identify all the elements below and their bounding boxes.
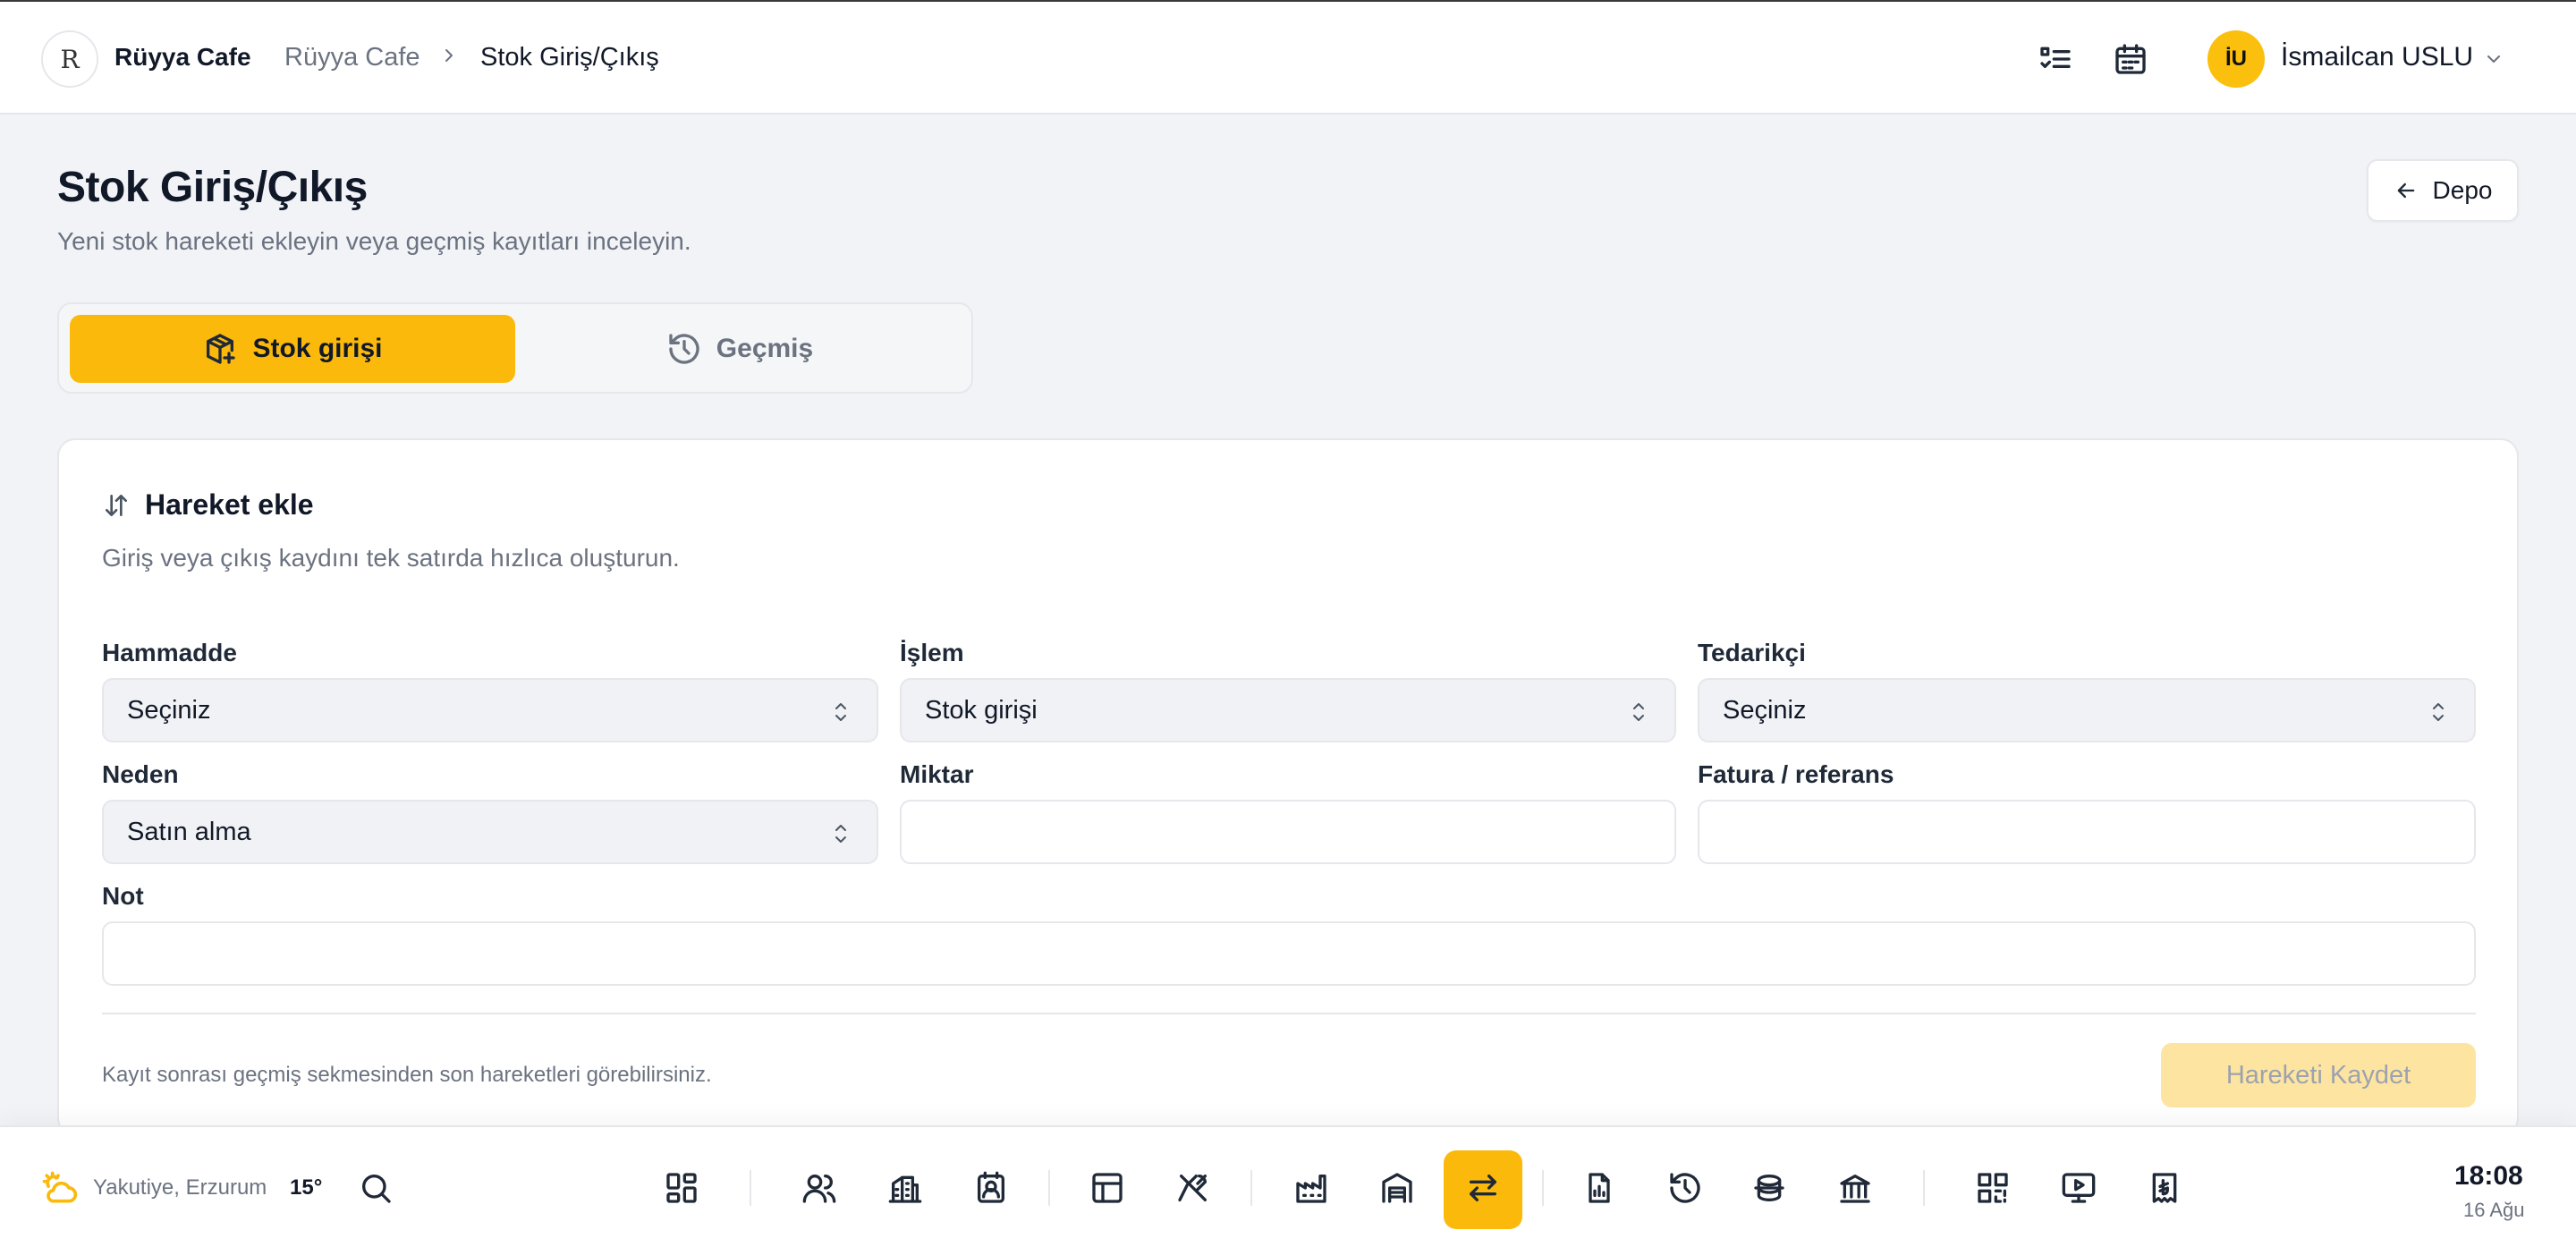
arrow-left-icon [2397,182,2414,199]
hammadde-value: Seçiniz [127,695,211,725]
tedarikci-select[interactable]: Seçiniz [1698,678,2476,742]
calendar-icon[interactable] [2113,41,2148,77]
hammadde-label: Hammadde [102,639,237,666]
card-subtitle: Giriş veya çıkış kaydını tek satırda hız… [102,544,680,572]
history-icon [669,334,699,364]
card-header: Hareket ekle [102,488,314,522]
nav-separator [1923,1170,1925,1206]
divider [102,1013,2476,1014]
avatar[interactable]: İU [2207,30,2265,88]
utensils-crossed-icon[interactable] [1175,1170,1211,1206]
table-layout-icon[interactable] [1089,1170,1125,1206]
back-button-label: Depo [2432,176,2493,204]
checklist-icon[interactable] [2038,41,2073,77]
neden-label: Neden [102,760,179,788]
tedarikci-label: Tedarikçi [1698,639,1806,666]
fatura-input[interactable] [1698,800,2476,864]
tab-gecmis[interactable]: Geçmiş [517,315,962,383]
search-icon[interactable] [358,1170,394,1206]
movement-form-card: Hareket ekle Giriş veya çıkış kaydını te… [57,438,2519,1136]
nav-separator [750,1170,751,1206]
weather-location: Yakutiye, Erzurum [93,1175,267,1200]
qr-code-icon[interactable] [1975,1170,2011,1206]
miktar-label: Miktar [900,760,974,788]
back-to-depo-button[interactable]: Depo [2367,159,2519,222]
nav-separator [1542,1170,1544,1206]
chevron-down-icon[interactable] [2483,48,2504,70]
chevron-up-down-icon [2433,703,2444,721]
building-icon[interactable] [887,1170,923,1206]
breadcrumb-item-home[interactable]: Rüyya Cafe [284,43,420,72]
neden-value: Satın alma [127,817,251,846]
sort-arrows-icon [106,494,127,516]
miktar-input[interactable] [900,800,1676,864]
save-movement-button[interactable]: Hareketi Kaydet [2161,1043,2476,1107]
page-subtitle: Yeni stok hareketi ekleyin veya geçmiş k… [57,227,691,255]
tab-stok-girisi[interactable]: Stok girişi [70,315,515,383]
chevron-up-down-icon [1633,703,1644,721]
clock-time: 18:08 [2454,1161,2523,1191]
top-bar: R Rüyya Cafe Rüyya Cafe Stok Giriş/Çıkış… [0,0,2576,115]
card-title: Hareket ekle [145,488,314,521]
file-chart-icon[interactable] [1581,1170,1617,1206]
nav-separator [1048,1170,1050,1206]
history-icon[interactable] [1667,1170,1703,1206]
chevron-right-icon [445,49,453,62]
not-label: Not [102,882,144,910]
factory-icon[interactable] [1293,1170,1329,1206]
page-title: Stok Giriş/Çıkış [57,164,368,211]
not-input[interactable] [102,921,2476,986]
bottom-bar: Yakutiye, Erzurum 15° 18:08 16 Ağu [0,1125,2576,1247]
partly-sunny-icon [42,1171,78,1203]
fatura-label: Fatura / referans [1698,760,1894,788]
nav-separator [1250,1170,1252,1206]
bank-icon[interactable] [1837,1170,1873,1206]
lira-receipt-icon[interactable] [2147,1170,2182,1206]
weather-temperature: 15° [290,1175,323,1200]
chevron-up-down-icon [835,825,846,843]
tab-list: Stok girişi Geçmiş [57,302,973,394]
user-name[interactable]: İsmailcan USLU [2281,42,2473,72]
brand-name[interactable]: Rüyya Cafe [114,43,251,72]
footnote: Kayıt sonrası geçmiş sekmesinden son har… [102,1063,712,1087]
islem-value: Stok girişi [925,695,1038,725]
monitor-play-icon[interactable] [2061,1170,2097,1206]
breadcrumb-item-current: Stok Giriş/Çıkış [480,43,659,72]
hammadde-select[interactable]: Seçiniz [102,678,878,742]
islem-select[interactable]: Stok girişi [900,678,1676,742]
dashboard-icon[interactable] [664,1170,699,1206]
clock-date: 16 Ağu [2463,1199,2525,1221]
package-plus-icon [207,334,236,364]
contact-card-icon[interactable] [973,1170,1009,1206]
tedarikci-value: Seçiniz [1723,695,1807,725]
warehouse-icon[interactable] [1379,1170,1415,1206]
tab-label: Stok girişi [252,334,383,363]
arrows-left-right-icon[interactable] [1465,1170,1501,1206]
chevron-up-down-icon [835,703,846,721]
islem-label: İşlem [900,639,964,666]
tab-label: Geçmiş [716,334,814,363]
users-icon[interactable] [801,1170,837,1206]
neden-select[interactable]: Satın alma [102,800,878,864]
brand-logo[interactable]: R [41,30,98,88]
coins-icon[interactable] [1751,1170,1787,1206]
